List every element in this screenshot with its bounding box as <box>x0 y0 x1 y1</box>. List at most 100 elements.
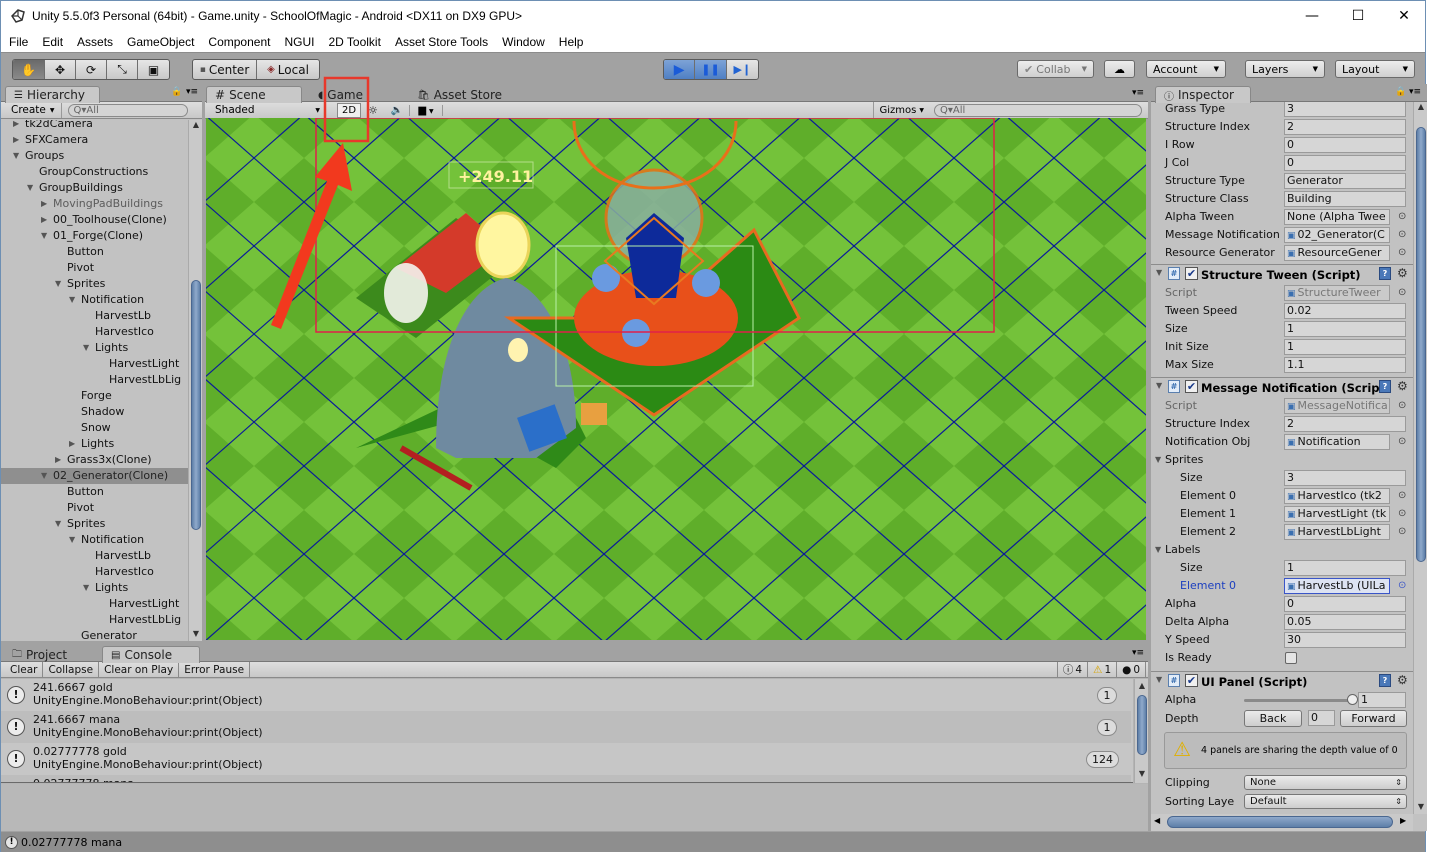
hierarchy-item[interactable]: ▼ Lights <box>1 340 188 356</box>
hierarchy-item[interactable]: Shadow <box>1 404 188 420</box>
pause-button[interactable]: ❚❚ <box>695 60 727 79</box>
2d-toggle[interactable]: 2D <box>337 102 361 118</box>
lock-icon[interactable]: 🔒 <box>171 87 182 97</box>
scroll-down-icon[interactable]: ▼ <box>1135 769 1149 781</box>
menu-asset-store-tools[interactable]: Asset Store Tools <box>387 35 494 49</box>
depth-value-field[interactable]: 0 <box>1308 710 1335 726</box>
object-field[interactable]: ▣ 02_Generator(C <box>1284 227 1390 243</box>
help-book-icon[interactable]: ? <box>1379 674 1391 687</box>
gear-icon[interactable]: ⚙ <box>1397 266 1408 280</box>
inspector-hscrollbar[interactable]: ◀ ▶ <box>1151 814 1413 831</box>
inspector-scrollbar[interactable]: ▲ ▼ <box>1413 102 1427 814</box>
hierarchy-item[interactable]: ▼ Lights <box>1 580 188 596</box>
object-field[interactable]: ▣ ResourceGener <box>1284 245 1390 261</box>
scroll-down-icon[interactable]: ▼ <box>1414 802 1428 814</box>
panel-menu-icon[interactable]: ▾≡ <box>1409 87 1421 97</box>
scroll-down-icon[interactable]: ▼ <box>189 629 203 641</box>
expand-right-icon[interactable]: ▶ <box>41 196 47 212</box>
hierarchy-item[interactable]: GroupConstructions <box>1 164 188 180</box>
create-dropdown[interactable]: Create ▼ <box>1 102 62 118</box>
object-picker-icon[interactable]: ⊙ <box>1398 287 1406 298</box>
expand-down-icon[interactable]: ▼ <box>83 580 89 596</box>
panel-menu-icon[interactable]: ▾≡ <box>1132 648 1144 658</box>
component-header[interactable]: ▼ # ✔ Structure Tween (Script)? ⚙ <box>1151 264 1413 284</box>
alpha-slider-track[interactable] <box>1244 699 1352 702</box>
value-field[interactable]: 3 <box>1284 470 1406 486</box>
foldout-row[interactable]: ▼ Labels <box>1151 541 1413 559</box>
hierarchy-item[interactable]: ▼ GroupBuildings <box>1 180 188 196</box>
expand-down-icon[interactable]: ▼ <box>27 180 33 196</box>
hierarchy-item[interactable]: Snow <box>1 420 188 436</box>
hierarchy-item[interactable]: ▶ SFXCamera <box>1 132 188 148</box>
value-field[interactable]: 30 <box>1284 632 1406 648</box>
scroll-left-icon[interactable]: ◀ <box>1154 816 1160 825</box>
expand-down-icon[interactable]: ▼ <box>55 516 61 532</box>
clear-on-play-toggle[interactable]: Clear on Play <box>99 662 180 677</box>
expand-right-icon[interactable]: ▶ <box>55 452 61 468</box>
play-button[interactable]: ▶ <box>664 60 696 79</box>
audio-toggle[interactable]: 🔈 <box>385 105 409 116</box>
component-header[interactable]: ▼ # ✔ UI Panel (Script)? ⚙ <box>1151 671 1413 691</box>
object-field[interactable]: ▣ HarvestLb (UILa <box>1284 578 1390 594</box>
value-field[interactable]: 2 <box>1284 119 1406 135</box>
scroll-up-icon[interactable]: ▲ <box>189 120 203 132</box>
hierarchy-item[interactable]: Pivot <box>1 500 188 516</box>
menu-edit[interactable]: Edit <box>34 35 69 49</box>
hierarchy-item[interactable]: HarvestIco <box>1 324 188 340</box>
hierarchy-item[interactable]: HarvestLight <box>1 596 188 612</box>
component-header[interactable]: ▼ # ✔ Message Notification (Scrip? ⚙ <box>1151 377 1413 397</box>
hierarchy-item[interactable]: HarvestLbLig <box>1 612 188 628</box>
inspector-scroll-thumb[interactable] <box>1416 127 1426 562</box>
component-enabled-checkbox[interactable]: ✔ <box>1185 380 1198 393</box>
shading-dropdown[interactable]: Shaded ▼ <box>205 102 325 118</box>
foldout-down-icon[interactable]: ▼ <box>1156 268 1162 277</box>
rotate-tool-button[interactable]: ⟳ <box>76 60 107 79</box>
hierarchy-item[interactable]: HarvestIco <box>1 564 188 580</box>
is-ready-checkbox[interactable] <box>1285 652 1297 664</box>
pivot-local-button[interactable]: ◈ Local <box>257 60 319 79</box>
sorting-layer-dropdown[interactable]: Default ⇕ <box>1244 794 1407 809</box>
value-field[interactable]: Building <box>1284 191 1406 207</box>
panel-menu-icon[interactable]: ▾≡ <box>186 87 198 97</box>
expand-down-icon[interactable]: ▼ <box>13 148 19 164</box>
console-scroll-thumb[interactable] <box>1137 695 1147 755</box>
hierarchy-item[interactable]: Generator <box>1 628 188 641</box>
tab-project[interactable]: 🗀 Project <box>3 646 76 663</box>
scene-search-input[interactable]: Q▾All <box>934 103 1142 117</box>
console-entry[interactable]: ! 0.02777778 gold UnityEngine.MonoBehaviou… <box>1 743 1131 775</box>
help-book-icon[interactable]: ? <box>1379 267 1391 280</box>
console-entry[interactable]: ! 0.02777778 mana <box>1 775 1131 782</box>
object-picker-icon[interactable]: ⊙ <box>1398 508 1406 519</box>
hierarchy-item[interactable]: HarvestLb <box>1 308 188 324</box>
object-picker-icon[interactable]: ⊙ <box>1398 436 1406 447</box>
value-field[interactable]: 1 <box>1284 560 1406 576</box>
effects-dropdown[interactable]: ▆ ▼ <box>409 104 443 116</box>
expand-down-icon[interactable]: ▼ <box>41 228 47 244</box>
component-enabled-checkbox[interactable]: ✔ <box>1185 674 1198 687</box>
foldout-row[interactable]: ▼ Sprites <box>1151 451 1413 469</box>
expand-right-icon[interactable]: ▶ <box>13 132 19 148</box>
menu-2d-toolkit[interactable]: 2D Toolkit <box>320 35 386 49</box>
foldout-down-icon[interactable]: ▼ <box>1155 545 1161 554</box>
menu-file[interactable]: File <box>1 35 34 49</box>
value-field[interactable]: 0 <box>1284 596 1406 612</box>
scale-tool-button[interactable]: ⤡ <box>107 60 138 79</box>
object-picker-icon[interactable]: ⊙ <box>1398 580 1406 591</box>
value-field[interactable]: 1.1 <box>1284 357 1406 373</box>
hierarchy-item[interactable]: ▼ Notification <box>1 292 188 308</box>
object-picker-icon[interactable]: ⊙ <box>1398 526 1406 537</box>
hierarchy-item[interactable]: ▼ Groups <box>1 148 188 164</box>
lock-icon[interactable]: 🔒 <box>1395 87 1406 97</box>
alpha-slider-knob[interactable] <box>1347 694 1358 705</box>
hierarchy-item[interactable]: ▼ Sprites <box>1 276 188 292</box>
tab-game[interactable]: ◖ Game <box>309 86 372 103</box>
value-field[interactable]: Generator <box>1284 173 1406 189</box>
status-bar[interactable]: ! 0.02777778 mana <box>1 832 1425 852</box>
console-entry[interactable]: ! 241.6667 mana UnityEngine.MonoBehaviour:… <box>1 711 1131 743</box>
hierarchy-item[interactable]: Pivot <box>1 260 188 276</box>
hierarchy-item[interactable]: ▼ 01_Forge(Clone) <box>1 228 188 244</box>
cloud-button[interactable]: ☁ <box>1104 60 1135 78</box>
gizmos-dropdown[interactable]: Gizmos ▼ <box>872 102 930 118</box>
hierarchy-item[interactable]: HarvestLb <box>1 548 188 564</box>
console-entry[interactable]: ! 241.6667 gold UnityEngine.MonoBehaviour:… <box>1 679 1131 711</box>
